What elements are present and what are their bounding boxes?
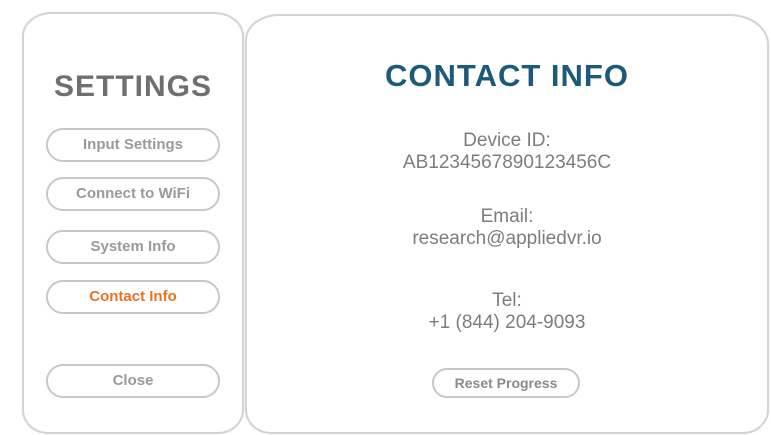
email-value: research@appliedvr.io (412, 228, 602, 249)
device-id-block: Device ID: AB1234567890123456C (247, 130, 767, 174)
device-id-label: Device ID: (463, 130, 551, 151)
email-label: Email: (480, 206, 534, 227)
contact-info-panel: CONTACT INFO Device ID: AB12345678901234… (245, 14, 769, 434)
system-info-button[interactable]: System Info (46, 230, 220, 264)
sidebar-title: SETTINGS (53, 70, 212, 103)
contact-info-button[interactable]: Contact Info (46, 280, 220, 314)
tel-block: Tel: +1 (844) 204-9093 (247, 290, 767, 334)
reset-progress-button[interactable]: Reset Progress (432, 368, 580, 398)
email-block: Email: research@appliedvr.io (247, 206, 767, 250)
settings-screen: SETTINGS Input Settings Connect to WiFi … (0, 0, 771, 435)
page-title: CONTACT INFO (385, 58, 629, 93)
settings-sidebar: SETTINGS Input Settings Connect to WiFi … (22, 12, 244, 434)
close-button[interactable]: Close (46, 364, 220, 398)
connect-to-wifi-button[interactable]: Connect to WiFi (46, 177, 220, 211)
input-settings-button[interactable]: Input Settings (46, 128, 220, 162)
tel-label: Tel: (492, 290, 522, 311)
tel-value: +1 (844) 204-9093 (428, 312, 586, 333)
device-id-value: AB1234567890123456C (402, 152, 612, 173)
